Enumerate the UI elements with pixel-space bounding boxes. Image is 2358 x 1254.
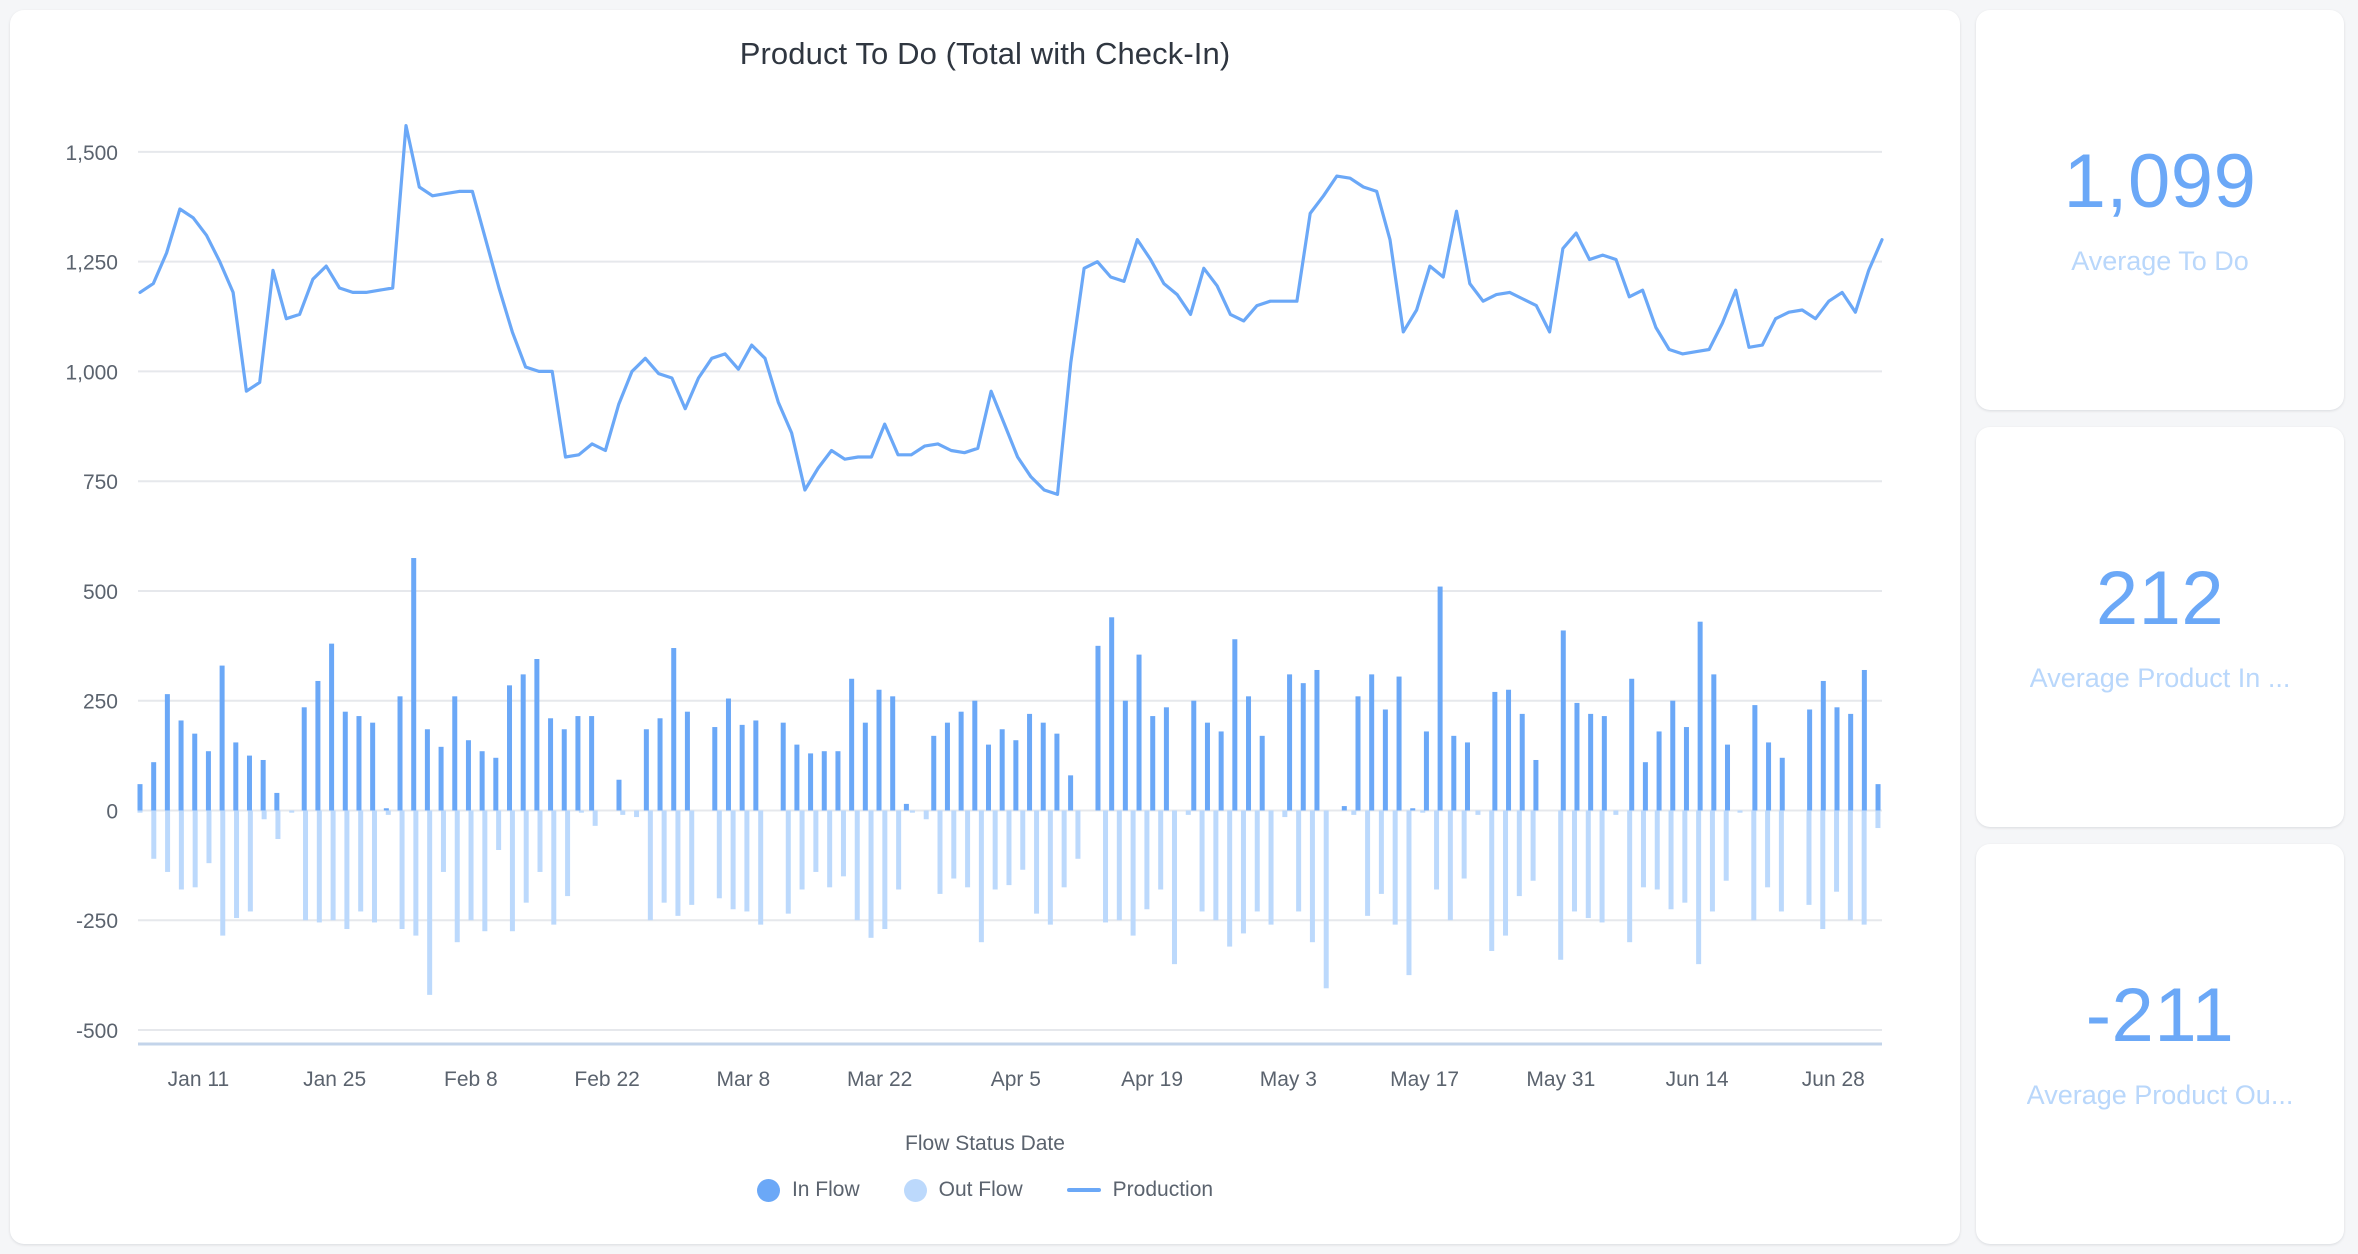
kpi-average-product-in[interactable]: 212 Average Product In ...	[1976, 427, 2344, 827]
svg-text:Feb 22: Feb 22	[574, 1068, 639, 1091]
svg-text:750: 750	[83, 471, 118, 494]
svg-text:Mar 8: Mar 8	[717, 1068, 771, 1091]
svg-text:1,250: 1,250	[65, 252, 118, 275]
svg-text:-500: -500	[76, 1020, 118, 1043]
svg-text:-250: -250	[76, 910, 118, 933]
kpi-column: 1,099 Average To Do 212 Average Product …	[1976, 10, 2346, 1244]
legend-dot-icon	[756, 1178, 780, 1202]
svg-text:500: 500	[83, 581, 118, 604]
legend-label: In Flow	[791, 1178, 860, 1201]
svg-text:Apr 5: Apr 5	[991, 1068, 1041, 1091]
svg-text:Apr 19: Apr 19	[1121, 1068, 1183, 1091]
kpi-label: Average To Do	[2071, 245, 2249, 276]
in-flow-bars[interactable]	[137, 558, 1881, 811]
legend-out-flow[interactable]: Out Flow	[903, 1178, 1023, 1202]
svg-text:Jun 14: Jun 14	[1666, 1068, 1729, 1091]
out-flow-bars[interactable]	[137, 810, 1881, 995]
svg-text:Jan 25: Jan 25	[303, 1068, 366, 1091]
svg-text:1,000: 1,000	[65, 361, 118, 384]
svg-text:Jun 28: Jun 28	[1802, 1068, 1865, 1091]
chart-title: Product To Do (Total with Check-In)	[739, 36, 1231, 71]
chart-legend[interactable]: In Flow Out Flow Production	[10, 1178, 1960, 1202]
x-axis-tick-labels: Jan 11 Jan 25 Feb 8 Feb 22 Mar 8 Mar 22 Apr 5 A…	[168, 1068, 1865, 1091]
legend-dot-icon	[903, 1178, 927, 1202]
svg-text:1,500: 1,500	[65, 142, 118, 165]
svg-text:May 31: May 31	[1526, 1068, 1595, 1091]
svg-text:Jan 11: Jan 11	[168, 1068, 230, 1091]
svg-text:May 17: May 17	[1390, 1068, 1459, 1091]
kpi-value: 212	[2095, 555, 2225, 641]
kpi-average-to-do[interactable]: 1,099 Average To Do	[1976, 10, 2344, 410]
legend-production[interactable]: Production	[1066, 1178, 1214, 1202]
kpi-label: Average Product In ...	[2029, 662, 2291, 693]
legend-in-flow[interactable]: In Flow	[756, 1178, 860, 1202]
svg-text:Feb 8: Feb 8	[444, 1068, 498, 1091]
svg-text:May 3: May 3	[1260, 1068, 1317, 1091]
svg-text:0: 0	[106, 800, 118, 823]
chart-plot-area[interactable]: 1,500 1,250 1,000 750 500 250 0 -250 -500 Jan 11…	[10, 80, 1960, 1100]
y-axis-tick-labels: 1,500 1,250 1,000 750 500 250 0 -250 -500	[65, 142, 118, 1043]
svg-text:Mar 22: Mar 22	[847, 1068, 912, 1091]
combo-chart-svg[interactable]: 1,500 1,250 1,000 750 500 250 0 -250 -500 Jan 11…	[10, 80, 1960, 1100]
legend-line-icon	[1066, 1188, 1101, 1192]
dashboard-root: Product To Do (Total with Check-In) 1,50…	[0, 0, 2358, 1254]
production-line[interactable]	[138, 124, 1884, 496]
kpi-value: -211	[2085, 972, 2235, 1058]
kpi-average-product-out[interactable]: -211 Average Product Ou...	[1976, 844, 2344, 1244]
legend-label: Out Flow	[938, 1178, 1023, 1201]
kpi-label: Average Product Ou...	[2026, 1079, 2294, 1110]
legend-label: Production	[1112, 1178, 1214, 1201]
kpi-value: 1,099	[2063, 138, 2257, 224]
x-axis-title: Flow Status Date	[905, 1132, 1065, 1155]
svg-text:250: 250	[83, 691, 118, 714]
chart-card: Product To Do (Total with Check-In) 1,50…	[10, 10, 1960, 1244]
